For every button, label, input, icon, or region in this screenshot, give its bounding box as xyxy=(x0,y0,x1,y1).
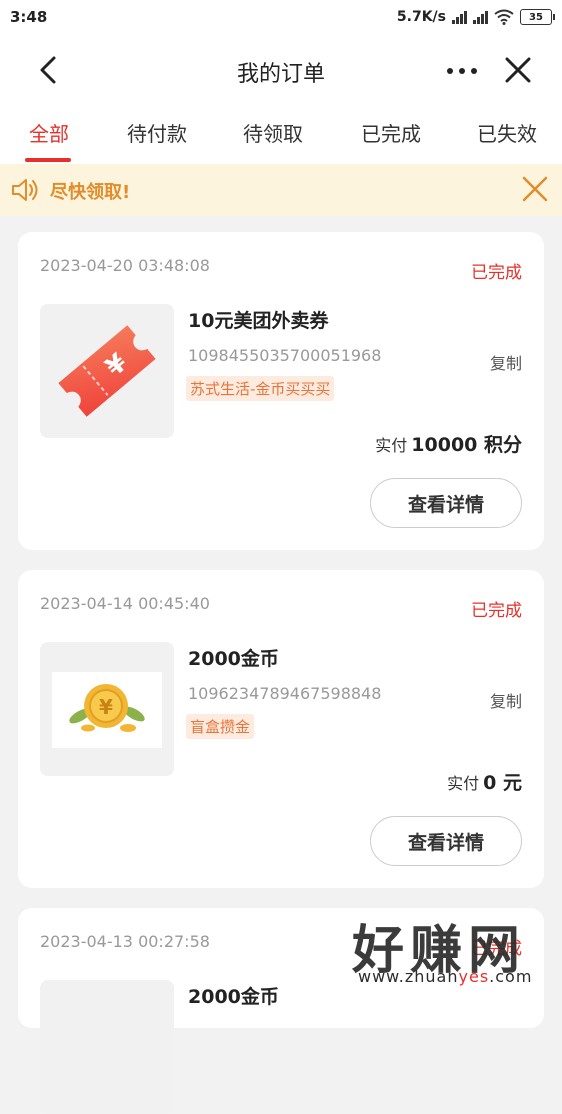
order-status: 已完成 xyxy=(471,263,522,283)
notice-close-icon[interactable] xyxy=(518,172,552,206)
order-status: 已完成 xyxy=(471,601,522,621)
gold-coin-icon: ¥ xyxy=(52,672,162,748)
paid-value: 0 元 xyxy=(483,772,522,794)
product-title: 2000金币 xyxy=(188,648,279,670)
tab-all[interactable]: 全部 xyxy=(0,118,104,147)
paid-label: 实付 xyxy=(375,436,408,455)
status-bar: 3:48 5.7K/s 35 xyxy=(0,0,562,34)
order-date: 2023-04-13 00:27:58 xyxy=(40,932,210,951)
order-card[interactable]: 2023-04-20 03:48:08 已完成 ¥ 10元美团外卖券 10984… xyxy=(18,232,544,550)
tab-completed[interactable]: 已完成 xyxy=(336,118,446,147)
more-dots-icon[interactable] xyxy=(440,54,484,88)
active-tab-indicator xyxy=(25,158,71,162)
speaker-icon xyxy=(12,179,38,201)
paid-value: 10000 积分 xyxy=(411,434,522,456)
paid-label: 实付 xyxy=(447,774,480,793)
battery-icon: 35 xyxy=(520,9,555,25)
signal-2-icon xyxy=(473,10,488,24)
status-indicators: 5.7K/s 35 xyxy=(396,9,555,25)
status-time: 3:48 xyxy=(10,8,48,26)
wifi-icon xyxy=(494,9,514,25)
view-details-button[interactable]: 查看详情 xyxy=(370,478,522,528)
nav-bar: 我的订单 xyxy=(0,34,562,108)
watermark-url-prefix: www.zhuan xyxy=(358,967,459,986)
product-title: 2000金币 xyxy=(188,986,279,1008)
svg-text:¥: ¥ xyxy=(99,695,113,719)
order-card[interactable]: 2023-04-14 00:45:40 已完成 ¥ 2000金币 1096234… xyxy=(18,570,544,888)
view-details-button[interactable]: 查看详情 xyxy=(370,816,522,866)
order-date: 2023-04-14 00:45:40 xyxy=(40,594,210,613)
signal-1-icon xyxy=(452,10,467,24)
copy-button[interactable]: 复制 xyxy=(490,350,522,374)
paid-amount: 实付 10000 积分 xyxy=(375,430,522,457)
tab-pending-payment[interactable]: 待付款 xyxy=(102,118,212,147)
tab-expired[interactable]: 已失效 xyxy=(452,118,562,147)
product-title: 10元美团外卖券 xyxy=(188,310,329,332)
source-tag: 盲盒攒金 xyxy=(186,714,255,739)
tab-pending-claim[interactable]: 待领取 xyxy=(218,118,328,147)
order-date: 2023-04-20 03:48:08 xyxy=(40,256,210,275)
watermark-url: www.zhuanyes.com xyxy=(358,967,532,986)
copy-button[interactable]: 复制 xyxy=(490,688,522,712)
close-icon[interactable] xyxy=(498,50,538,90)
order-number: 1098455035700051968 xyxy=(188,346,382,365)
product-thumbnail[interactable]: ¥ xyxy=(40,304,174,438)
watermark-url-suffix: .com xyxy=(489,967,533,986)
network-speed: 5.7K/s xyxy=(396,9,446,25)
product-thumbnail[interactable]: ¥ xyxy=(40,642,174,776)
notice-banner: 尽快领取! xyxy=(0,164,562,216)
order-tabs: 全部 待付款 待领取 已完成 已失效 xyxy=(0,108,562,164)
product-thumbnail[interactable] xyxy=(40,980,174,1114)
coupon-ticket-icon: ¥ xyxy=(58,325,156,417)
source-tag: 苏式生活-金币买买买 xyxy=(186,376,335,401)
paid-amount: 实付 0 元 xyxy=(447,768,522,795)
watermark-url-highlight: yes xyxy=(458,967,490,986)
order-number: 1096234789467598848 xyxy=(188,684,382,703)
notice-text: 尽快领取! xyxy=(50,182,131,203)
